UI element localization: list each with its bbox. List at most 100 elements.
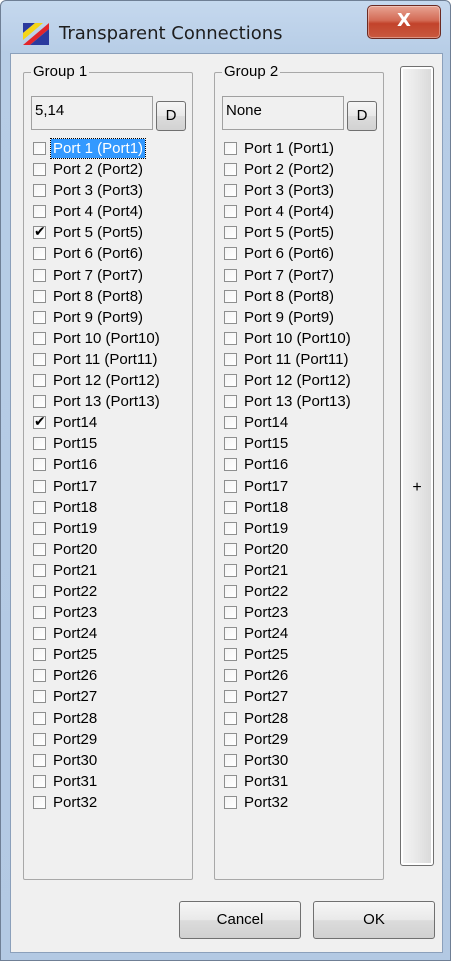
group1-port-checkbox[interactable]: [33, 437, 46, 451]
group2-port-checkbox[interactable]: [224, 374, 237, 388]
group2-port-checkbox[interactable]: [224, 584, 237, 598]
group2-port-checkbox[interactable]: [224, 268, 237, 282]
group2-port-checkbox[interactable]: [224, 774, 237, 788]
group2-port-checkbox[interactable]: [224, 711, 237, 725]
group2-port-row[interactable]: Port17: [222, 476, 382, 497]
group1-port-row[interactable]: Port 5 (Port5): [31, 222, 191, 243]
group2-port-row[interactable]: Port 8 (Port8): [222, 286, 382, 307]
group1-port-row[interactable]: Port24: [31, 623, 191, 644]
group2-port-row[interactable]: Port 5 (Port5): [222, 222, 382, 243]
group1-port-checkbox[interactable]: [33, 563, 46, 577]
group1-port-row[interactable]: Port23: [31, 602, 191, 623]
group1-port-row[interactable]: Port 7 (Port7): [31, 265, 191, 286]
group2-port-checkbox[interactable]: [224, 606, 237, 620]
group2-port-checkbox[interactable]: [224, 437, 237, 451]
group1-port-row[interactable]: Port18: [31, 497, 191, 518]
group1-port-row[interactable]: Port26: [31, 665, 191, 686]
group1-port-row[interactable]: Port22: [31, 581, 191, 602]
group1-port-checkbox[interactable]: [33, 374, 46, 388]
group1-port-checkbox[interactable]: [33, 247, 46, 261]
group1-port-checkbox[interactable]: [33, 184, 46, 198]
group1-port-checkbox[interactable]: [33, 413, 46, 432]
group2-port-row[interactable]: Port 4 (Port4): [222, 201, 382, 222]
group1-port-checkbox[interactable]: [33, 500, 46, 514]
group2-port-row[interactable]: Port 2 (Port2): [222, 159, 382, 180]
group1-port-row[interactable]: Port29: [31, 729, 191, 750]
group2-port-row[interactable]: Port30: [222, 750, 382, 771]
group2-port-checkbox[interactable]: [224, 247, 237, 261]
group2-port-row[interactable]: Port24: [222, 623, 382, 644]
group2-port-row[interactable]: Port 3 (Port3): [222, 180, 382, 201]
group1-port-row[interactable]: Port27: [31, 686, 191, 707]
group2-port-checkbox[interactable]: [224, 753, 237, 767]
group2-port-checkbox[interactable]: [224, 289, 237, 303]
group2-port-row[interactable]: Port 7 (Port7): [222, 265, 382, 286]
group2-port-row[interactable]: Port 11 (Port11): [222, 349, 382, 370]
group2-port-row[interactable]: Port14: [222, 412, 382, 433]
group1-port-row[interactable]: Port31: [31, 771, 191, 792]
group2-port-checkbox[interactable]: [224, 205, 237, 219]
group1-port-row[interactable]: Port 11 (Port11): [31, 349, 191, 370]
group1-port-checkbox[interactable]: [33, 205, 46, 219]
group2-d-button[interactable]: D: [347, 101, 377, 131]
group1-port-checkbox[interactable]: [33, 732, 46, 746]
group2-port-row[interactable]: Port29: [222, 729, 382, 750]
group2-port-checkbox[interactable]: [224, 627, 237, 641]
group2-port-row[interactable]: Port21: [222, 560, 382, 581]
group1-port-row[interactable]: Port32: [31, 792, 191, 813]
group2-port-row[interactable]: Port 6 (Port6): [222, 243, 382, 264]
group2-port-row[interactable]: Port16: [222, 454, 382, 475]
group2-port-checkbox[interactable]: [224, 500, 237, 514]
group2-port-row[interactable]: Port 13 (Port13): [222, 391, 382, 412]
group1-port-row[interactable]: Port16: [31, 454, 191, 475]
group2-port-checkbox[interactable]: [224, 795, 237, 809]
group1-port-checkbox[interactable]: [33, 458, 46, 472]
close-button[interactable]: X: [367, 5, 441, 39]
group2-port-row[interactable]: Port19: [222, 518, 382, 539]
group2-port-checkbox[interactable]: [224, 563, 237, 577]
group1-port-checkbox[interactable]: [33, 711, 46, 725]
cancel-button[interactable]: Cancel: [179, 901, 301, 939]
group2-port-checkbox[interactable]: [224, 310, 237, 324]
group1-port-row[interactable]: Port25: [31, 644, 191, 665]
group1-port-checkbox[interactable]: [33, 521, 46, 535]
group1-d-button[interactable]: D: [156, 101, 186, 131]
group1-port-checkbox[interactable]: [33, 542, 46, 556]
group2-port-checkbox[interactable]: [224, 226, 237, 240]
group2-port-checkbox[interactable]: [224, 521, 237, 535]
group1-port-checkbox[interactable]: [33, 479, 46, 493]
group1-port-row[interactable]: Port 12 (Port12): [31, 370, 191, 391]
group1-port-row[interactable]: Port 9 (Port9): [31, 307, 191, 328]
group1-port-row[interactable]: Port 3 (Port3): [31, 180, 191, 201]
group1-port-row[interactable]: Port 6 (Port6): [31, 243, 191, 264]
group1-port-checkbox[interactable]: [33, 690, 46, 704]
group2-port-row[interactable]: Port31: [222, 771, 382, 792]
group1-port-row[interactable]: Port15: [31, 433, 191, 454]
group2-port-checkbox[interactable]: [224, 142, 237, 155]
group1-port-checkbox[interactable]: [33, 774, 46, 788]
group1-port-row[interactable]: Port 10 (Port10): [31, 328, 191, 349]
group2-port-row[interactable]: Port26: [222, 665, 382, 686]
group2-port-row[interactable]: Port25: [222, 644, 382, 665]
group2-port-row[interactable]: Port18: [222, 497, 382, 518]
group1-port-row[interactable]: Port17: [31, 476, 191, 497]
group1-port-checkbox[interactable]: [33, 289, 46, 303]
group2-value-field[interactable]: None: [222, 96, 344, 130]
group2-port-row[interactable]: Port28: [222, 708, 382, 729]
group2-port-row[interactable]: Port 12 (Port12): [222, 370, 382, 391]
group1-port-row[interactable]: Port 4 (Port4): [31, 201, 191, 222]
group2-port-row[interactable]: Port 10 (Port10): [222, 328, 382, 349]
group2-port-checkbox[interactable]: [224, 542, 237, 556]
group1-port-checkbox[interactable]: [33, 627, 46, 641]
group2-port-checkbox[interactable]: [224, 669, 237, 683]
group1-port-row[interactable]: Port 13 (Port13): [31, 391, 191, 412]
group1-port-checkbox[interactable]: [33, 584, 46, 598]
group1-port-row[interactable]: Port21: [31, 560, 191, 581]
group2-port-row[interactable]: Port 9 (Port9): [222, 307, 382, 328]
group2-port-checkbox[interactable]: [224, 732, 237, 746]
group2-port-row[interactable]: Port23: [222, 602, 382, 623]
group2-port-checkbox[interactable]: [224, 648, 237, 662]
group2-port-checkbox[interactable]: [224, 690, 237, 704]
ok-button[interactable]: OK: [313, 901, 435, 939]
group2-port-row[interactable]: Port15: [222, 433, 382, 454]
